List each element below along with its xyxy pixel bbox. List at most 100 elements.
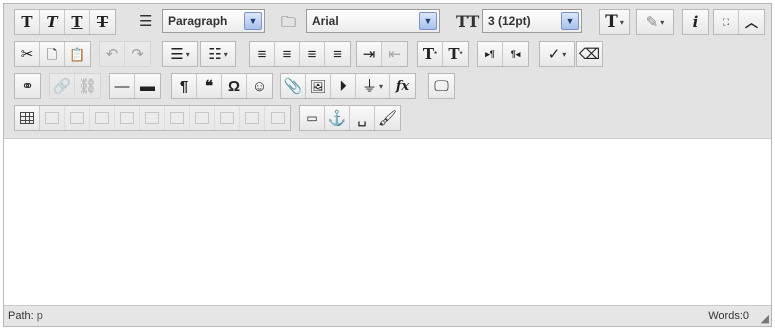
show-blocks-button[interactable]: ¶	[172, 74, 197, 98]
link-icon: 🔗	[52, 77, 72, 95]
paste-button[interactable]: 📋	[65, 42, 90, 66]
spellcheck-button[interactable]: ✓ ▾	[540, 42, 574, 66]
rtl-button[interactable]: ¶◂	[503, 42, 528, 66]
subscript-button[interactable]: T *	[443, 42, 468, 66]
styles-button[interactable]: 🖌	[375, 106, 400, 130]
info-button[interactable]: i	[683, 10, 708, 34]
bullet-list-button[interactable]: ☰ ▾	[163, 42, 197, 66]
resize-grip-icon[interactable]: ◢	[761, 312, 769, 325]
align-center-button[interactable]: ≡	[275, 42, 300, 66]
fullscreen-button[interactable]: ⛶	[714, 10, 739, 34]
spellcheck-icon: ✓	[547, 45, 561, 63]
insert-image-button[interactable]: 🖼	[306, 74, 331, 98]
numbered-list-button[interactable]: ☷ ▾	[201, 42, 235, 66]
plug-icon: ⏚	[361, 77, 377, 95]
script-group: T * T *	[417, 41, 469, 67]
monitor-icon: 🖵	[434, 77, 449, 95]
table-icon	[20, 112, 34, 124]
clear-formatting-button[interactable]: ⌫	[577, 42, 602, 66]
split-cells-icon	[270, 112, 285, 124]
find-button[interactable]: ⚭	[15, 74, 40, 98]
insert-anchor-button[interactable]: ⚓	[325, 106, 350, 130]
subscript-icon: T	[448, 44, 460, 63]
font-family-select[interactable]: Arial ▼	[306, 9, 440, 33]
split-cells-button[interactable]	[265, 106, 290, 130]
redo-button[interactable]: ↷	[125, 42, 150, 66]
cell-props-button[interactable]	[215, 106, 240, 130]
superscript-button[interactable]: T *	[418, 42, 443, 66]
font-size-select[interactable]: 3 (12pt) ▼	[482, 9, 582, 33]
copy-button[interactable]: 🗋	[40, 42, 65, 66]
align-right-icon: ≡	[307, 45, 317, 63]
insert-row-before-button[interactable]	[40, 106, 65, 130]
insert-col-after-button[interactable]	[140, 106, 165, 130]
outdent-icon: ⇤	[388, 45, 401, 63]
outdent-button[interactable]: ⇤	[382, 42, 407, 66]
italic-button[interactable]: T	[40, 10, 65, 34]
bold-button[interactable]: T	[15, 10, 40, 34]
underline-button[interactable]: T	[65, 10, 90, 34]
horizontal-line-icon: —	[114, 77, 130, 95]
delete-col-button[interactable]	[165, 106, 190, 130]
block-format-select[interactable]: Paragraph ▼	[162, 9, 265, 33]
align-left-icon: ≡	[257, 45, 267, 63]
mashup-group: 🖵	[428, 73, 455, 99]
unlink-button[interactable]: ⛓	[75, 74, 100, 98]
chevron-down-icon: ▼	[244, 12, 262, 30]
text-color-button[interactable]: T ▾	[600, 10, 629, 34]
font-size-value: 3 (12pt)	[488, 14, 531, 28]
word-count: Words:0	[708, 310, 749, 322]
merge-cells-button[interactable]	[240, 106, 265, 130]
copy-icon: 🗋	[46, 46, 58, 62]
color-group: T ▾	[599, 9, 630, 35]
attach-file-button[interactable]: 📎	[281, 74, 306, 98]
cut-button[interactable]: ✂	[15, 42, 40, 66]
horizontal-rule-button[interactable]: —	[110, 74, 135, 98]
omega-icon: Ω	[227, 77, 241, 95]
html-source-button[interactable]: ▭	[300, 106, 325, 130]
emoticon-button[interactable]: ☺	[247, 74, 272, 98]
blockquote-button[interactable]: ❝	[197, 74, 222, 98]
align-left-button[interactable]: ≡	[250, 42, 275, 66]
delete-row-button[interactable]	[90, 106, 115, 130]
formula-icon: fx	[395, 78, 410, 94]
superscript-icon: T	[422, 44, 435, 63]
table-props-button[interactable]	[190, 106, 215, 130]
align-justify-button[interactable]: ≡	[325, 42, 350, 66]
clipboard-group: ✂ 🗋 📋	[14, 41, 91, 67]
highlighter-icon: ✎	[645, 13, 659, 31]
insert-col-before-button[interactable]	[115, 106, 140, 130]
insert-link-button[interactable]: 🔗	[50, 74, 75, 98]
paintbrush-icon: 🖌	[377, 109, 398, 127]
element-path: Path: p	[8, 310, 43, 322]
strikethrough-button[interactable]: T	[90, 10, 115, 34]
insert-formula-button[interactable]: fx	[390, 74, 415, 98]
row-before-icon	[45, 112, 59, 124]
special-char-button[interactable]: Ω	[222, 74, 247, 98]
misc-group: ▭ ⚓ ␣ 🖌	[299, 105, 401, 131]
plugin-button[interactable]: ⏚ ▾	[356, 74, 390, 98]
align-center-icon: ≡	[282, 45, 292, 63]
bold-icon: T	[21, 12, 33, 31]
insert-table-button[interactable]	[15, 106, 40, 130]
merge-cells-icon	[245, 112, 259, 124]
ltr-button[interactable]: ▸¶	[478, 42, 503, 66]
editor-content-area[interactable]	[4, 138, 771, 306]
undo-icon: ↶	[105, 45, 119, 63]
path-label: Path:	[8, 310, 34, 322]
editor-toolbar: T T T T ☰ Paragraph ▼ 🗀 Arial ▼ TT 3 (12…	[4, 4, 771, 137]
align-right-button[interactable]: ≡	[300, 42, 325, 66]
nonbreaking-space-button[interactable]: ␣	[350, 106, 375, 130]
insert-row-after-button[interactable]	[65, 106, 90, 130]
collapse-toolbar-button[interactable]: ︿	[739, 10, 764, 34]
numbered-list-group: ☷ ▾	[200, 41, 236, 67]
highlight-color-button[interactable]: ✎ ▾	[637, 10, 673, 34]
indent-button[interactable]: ⇥	[357, 42, 382, 66]
insert-media-button[interactable]: ⏵	[331, 74, 356, 98]
path-value[interactable]: p	[37, 310, 43, 322]
thick-rule-button[interactable]: ▬	[135, 74, 160, 98]
spellcheck-group: ✓ ▾	[539, 41, 575, 67]
undo-button[interactable]: ↶	[100, 42, 125, 66]
mashup-button[interactable]: 🖵	[429, 74, 454, 98]
pilcrow-icon: ¶	[179, 77, 189, 95]
